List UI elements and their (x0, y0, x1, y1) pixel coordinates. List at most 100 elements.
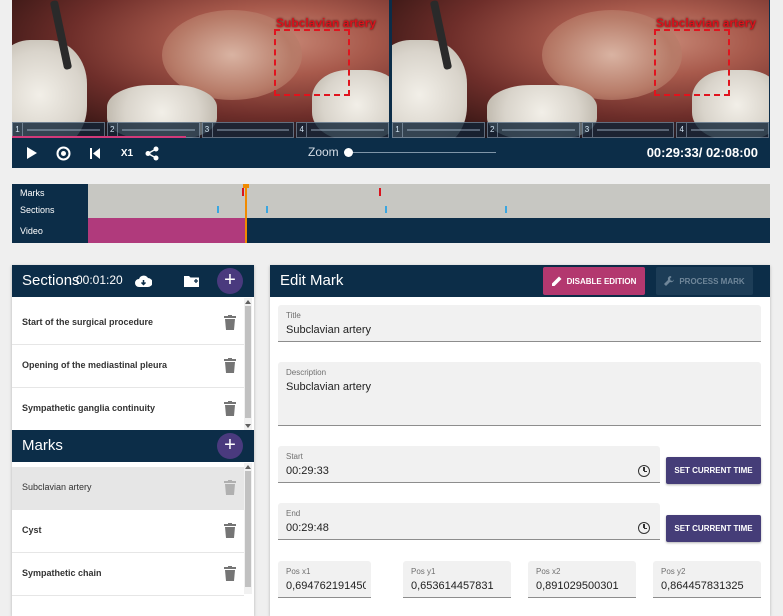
segment-number: 1 (13, 123, 23, 137)
roi-label: Subclavian artery (276, 16, 377, 30)
pos-y2-label: Pos y2 (661, 567, 686, 576)
title-field[interactable]: Title Subclavian artery (278, 305, 761, 342)
sections-scrollbar[interactable] (244, 298, 252, 430)
clock-icon[interactable] (638, 522, 650, 534)
mark-item-label: Subclavian artery (22, 482, 92, 492)
edit-mark-header: Edit Mark DISABLE EDITION PROCESS MARK (270, 265, 770, 297)
description-field-label: Description (286, 368, 327, 377)
title-field-value: Subclavian artery (286, 324, 371, 336)
start-field-label: Start (286, 452, 303, 461)
marks-list: Subclavian artery Cyst Sympathetic chain (12, 467, 244, 616)
pos-x2-label: Pos x2 (536, 567, 561, 576)
add-mark-button[interactable]: + (217, 433, 243, 459)
segment-thumb[interactable]: 4 (676, 122, 769, 138)
scroll-up-arrow[interactable] (245, 465, 251, 469)
add-section-button[interactable]: + (217, 268, 243, 294)
sections-marks-panel: Sections 00:01:20 + Start of the surgica… (12, 265, 254, 616)
replay-icon[interactable] (55, 145, 71, 161)
clock-icon[interactable] (638, 465, 650, 477)
video-frame-left[interactable]: Subclavian artery 1 2 3 4 (12, 0, 389, 138)
scroll-thumb[interactable] (245, 306, 251, 418)
sections-header: Sections 00:01:20 + (12, 265, 254, 297)
marks-header: Marks + (12, 430, 254, 462)
speed-toggle[interactable]: X1 (118, 145, 136, 161)
segment-number: 3 (203, 123, 213, 137)
scroll-down-arrow[interactable] (245, 424, 251, 428)
skip-back-icon[interactable] (89, 145, 101, 161)
end-field-label: End (286, 509, 301, 518)
cloud-download-icon[interactable] (134, 273, 152, 289)
section-tick[interactable] (266, 206, 268, 213)
pos-x1-value: 0,694762191450 (286, 580, 366, 592)
sections-list: Start of the surgical procedure Opening … (12, 302, 244, 430)
mark-item[interactable]: Sympathetic chain (12, 553, 244, 596)
trash-icon[interactable] (224, 315, 236, 330)
trash-icon[interactable] (224, 480, 236, 495)
process-mark-label: PROCESS MARK (679, 276, 745, 286)
set-start-time-button[interactable]: SET CURRENT TIME (666, 457, 761, 484)
disable-edition-button[interactable]: DISABLE EDITION (543, 267, 645, 295)
pos-x2-field[interactable]: Pos x2 0,891029500301 (528, 561, 636, 598)
mark-item[interactable]: Subclavian artery (12, 467, 244, 510)
timeline-sections-row: Sections (12, 201, 770, 218)
pos-y1-field[interactable]: Pos y1 0,653614457831 (403, 561, 511, 598)
start-time-field[interactable]: Start 00:29:33 (278, 446, 660, 483)
mark-item-label: Cyst (22, 525, 42, 535)
timeline: Marks Sections Video (12, 184, 770, 243)
scroll-up-arrow[interactable] (245, 300, 251, 304)
trash-icon[interactable] (224, 523, 236, 538)
segment-thumb[interactable]: 1 (392, 122, 485, 138)
section-item-label: Opening of the mediastinal pleura (22, 360, 168, 370)
segment-thumb[interactable]: 4 (296, 122, 389, 138)
timeline-marks-track[interactable] (88, 184, 770, 201)
section-tick[interactable] (385, 206, 387, 213)
timeline-video-row: Video (12, 218, 770, 243)
end-time-field[interactable]: End 00:29:48 (278, 503, 660, 540)
mark-item-label: Sympathetic chain (22, 568, 102, 578)
segment-thumb[interactable]: 3 (581, 122, 675, 138)
segment-thumb[interactable]: 3 (201, 122, 295, 138)
player-controls: X1 Zoom 00:29:33/ 02:08:00 (12, 138, 770, 168)
mark-tick[interactable] (379, 188, 381, 196)
video-player: Subclavian artery 1 2 3 4 Subclavian art… (12, 0, 770, 168)
section-item[interactable]: Start of the surgical procedure (12, 302, 244, 345)
timeline-video-track[interactable] (88, 218, 770, 243)
timeline-sections-track[interactable] (88, 201, 770, 218)
wrench-icon (664, 276, 675, 286)
video-frame-right[interactable]: Subclavian artery 1 2 3 4 (392, 0, 769, 138)
trash-icon[interactable] (224, 566, 236, 581)
section-tick[interactable] (217, 206, 219, 213)
trash-icon[interactable] (224, 401, 236, 416)
pos-y2-field[interactable]: Pos y2 0,864457831325 (653, 561, 761, 598)
marks-scrollbar[interactable] (244, 463, 252, 594)
section-item[interactable]: Opening of the mediastinal pleura (12, 345, 244, 388)
edit-mark-title: Edit Mark (280, 272, 344, 289)
timecode: 00:29:33/ 02:08:00 (646, 145, 758, 160)
pos-y1-value: 0,653614457831 (411, 580, 494, 592)
mark-item[interactable]: Cyst (12, 510, 244, 553)
segment-number: 2 (488, 123, 498, 137)
process-mark-button: PROCESS MARK (656, 267, 753, 295)
share-icon[interactable] (144, 145, 160, 161)
timeline-marks-row: Marks (12, 184, 770, 201)
mark-tick[interactable] (242, 188, 244, 196)
zoom-slider-knob[interactable] (344, 148, 353, 157)
description-field[interactable]: Description Subclavian artery (278, 362, 761, 426)
play-icon[interactable] (26, 145, 38, 161)
section-item[interactable]: Sympathetic ganglia continuity (12, 388, 244, 430)
roi-box[interactable] (274, 29, 350, 96)
scroll-thumb[interactable] (245, 471, 251, 587)
disable-edition-label: DISABLE EDITION (566, 276, 637, 286)
playhead[interactable] (245, 184, 247, 243)
roi-box[interactable] (654, 29, 730, 96)
set-end-time-button[interactable]: SET CURRENT TIME (666, 515, 761, 542)
pos-x1-field[interactable]: Pos x1 0,694762191450 (278, 561, 371, 598)
segment-thumb[interactable]: 2 (486, 122, 580, 138)
playhead-handle[interactable] (243, 184, 249, 188)
section-item-label: Sympathetic ganglia continuity (22, 403, 156, 413)
pos-y1-label: Pos y1 (411, 567, 436, 576)
section-tick[interactable] (505, 206, 507, 213)
folder-add-icon[interactable] (182, 273, 200, 289)
zoom-slider-track[interactable] (348, 152, 496, 153)
trash-icon[interactable] (224, 358, 236, 373)
